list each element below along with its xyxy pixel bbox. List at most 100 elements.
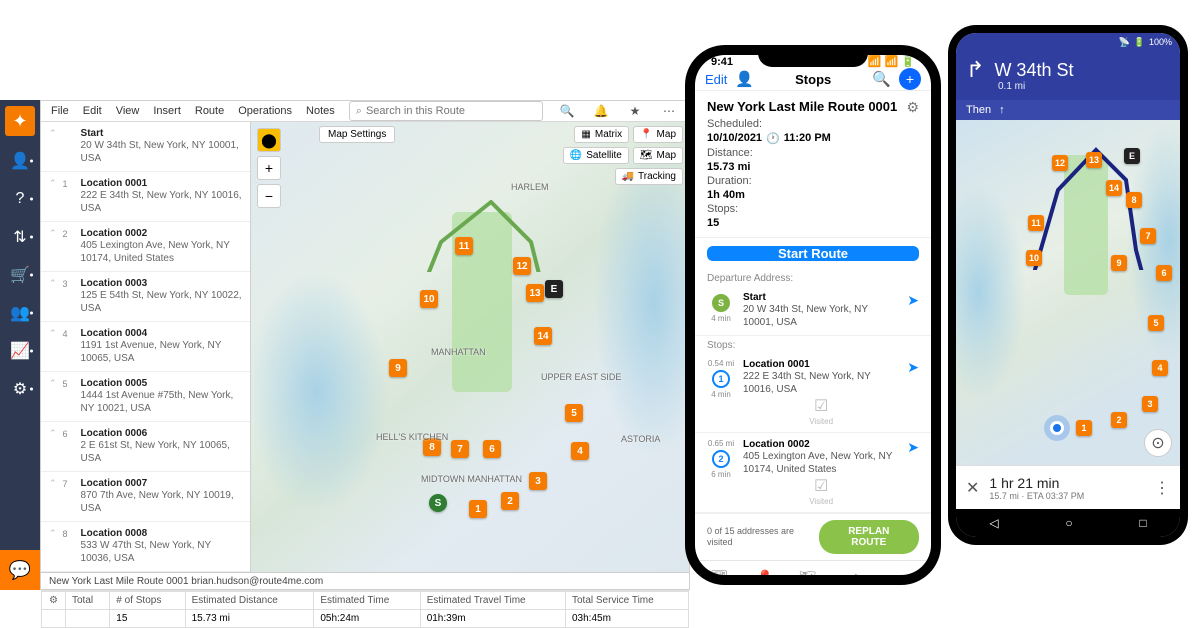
stop-row[interactable]: ⌃ 1 Location 0001 222 E 34th St, New Yor… <box>41 172 250 222</box>
zoom-in-button[interactable]: + <box>257 156 281 180</box>
map-settings-button[interactable]: Map Settings <box>319 126 395 143</box>
tab-stops[interactable]: 📍Stops <box>755 569 775 575</box>
android-marker-7[interactable]: 7 <box>1140 228 1156 244</box>
android-marker-4[interactable]: 4 <box>1152 360 1168 376</box>
user-icon[interactable]: 👤 <box>735 70 754 88</box>
tab-routes[interactable]: 🛣Routes <box>707 569 732 575</box>
map-marker-10[interactable]: 10 <box>420 290 438 308</box>
stop-row[interactable]: ⌃ 6 Location 0006 2 E 61st St, New York,… <box>41 422 250 472</box>
menu-route[interactable]: Route <box>195 105 224 117</box>
stop-row[interactable]: ⌃ Start 20 W 34th St, New York, NY 10001… <box>41 122 250 172</box>
chat-button[interactable]: 💬 <box>0 550 40 590</box>
stop-addr: 20 W 34th St, New York, NY 10001, USA <box>81 139 242 165</box>
nav-team-icon[interactable]: 👥 <box>5 300 35 326</box>
map-marker-9[interactable]: 9 <box>389 359 407 377</box>
edit-button[interactable]: Edit <box>705 72 727 87</box>
android-marker-14[interactable]: 14 <box>1106 180 1122 196</box>
tab-more[interactable]: ⋯More <box>901 569 919 575</box>
add-button[interactable]: + <box>899 68 921 90</box>
summary-gear-icon[interactable]: ⚙ <box>42 592 66 610</box>
stop-row[interactable]: ⌃ 5 Location 0005 1444 1st Avenue #75th,… <box>41 372 250 422</box>
star-icon[interactable]: ★ <box>625 104 645 118</box>
map-toggle[interactable]: 🗺Map <box>633 147 683 164</box>
map-marker-4[interactable]: 4 <box>571 442 589 460</box>
stop-row[interactable]: ⌃ 7 Location 0007 870 7th Ave, New York,… <box>41 472 250 522</box>
android-marker-E[interactable]: E <box>1124 148 1140 164</box>
desktop-main: File Edit View Insert Route Operations N… <box>40 100 690 590</box>
map-marker-3[interactable]: 3 <box>529 472 547 490</box>
map-marker-7[interactable]: 7 <box>451 440 469 458</box>
navigate-icon[interactable]: ➤ <box>907 439 919 506</box>
satellite-toggle[interactable]: 🌐Satellite <box>563 147 629 164</box>
then-label: Then <box>966 104 991 116</box>
replan-button[interactable]: REPLAN ROUTE <box>819 520 919 554</box>
start-route-button[interactable]: Start Route <box>707 246 919 261</box>
android-marker-9[interactable]: 9 <box>1111 255 1127 271</box>
map-marker-12[interactable]: 12 <box>513 257 531 275</box>
nav-orders-icon[interactable]: 🛒 <box>5 262 35 288</box>
close-nav-button[interactable]: ✕ <box>966 478 979 498</box>
nav-routes-icon[interactable]: ⇅ <box>5 224 35 250</box>
map-marker-5[interactable]: 5 <box>565 404 583 422</box>
recenter-button[interactable]: ⊙ <box>1144 429 1172 457</box>
search-input[interactable] <box>366 105 536 117</box>
recent-key[interactable]: □ <box>1139 516 1146 530</box>
iphone-stop-card[interactable]: 0.54 mi14 min Location 0001222 E 34th St… <box>695 353 931 433</box>
more-icon[interactable]: ⋯ <box>659 104 679 118</box>
iphone-stop-card[interactable]: 0.65 mi26 min Location 0002405 Lexington… <box>695 433 931 513</box>
search-box[interactable]: ⌕ <box>349 101 543 121</box>
nav-user-settings-icon[interactable]: ⚙ <box>5 376 35 402</box>
menu-operations[interactable]: Operations <box>238 105 292 117</box>
map-marker-14[interactable]: 14 <box>534 327 552 345</box>
menu-edit[interactable]: Edit <box>83 105 102 117</box>
android-marker-11[interactable]: 11 <box>1028 215 1044 231</box>
map-pane[interactable]: S 1 2 3 4 5 6 7 8 9 10 11 12 13 14 E HAR… <box>251 122 689 572</box>
zoom-out-button[interactable]: − <box>257 184 281 208</box>
tab-map[interactable]: 🗺Map <box>798 569 817 575</box>
android-marker-13[interactable]: 13 <box>1086 152 1102 168</box>
eta-more-icon[interactable]: ⋮ <box>1154 478 1170 498</box>
nav-analytics-icon[interactable]: 📈 <box>5 338 35 364</box>
map-marker-start[interactable]: S <box>429 494 447 512</box>
navigate-icon[interactable]: ➤ <box>907 292 919 329</box>
map-marker-6[interactable]: 6 <box>483 440 501 458</box>
menu-file[interactable]: File <box>51 105 69 117</box>
stop-row[interactable]: ⌃ 3 Location 0003 125 E 54th St, New Yor… <box>41 272 250 322</box>
menu-insert[interactable]: Insert <box>153 105 181 117</box>
map-marker-11[interactable]: 11 <box>455 237 473 255</box>
home-key[interactable]: ○ <box>1065 516 1072 530</box>
map-marker-13[interactable]: 13 <box>526 284 544 302</box>
android-marker-10[interactable]: 10 <box>1026 250 1042 266</box>
stop-row[interactable]: ⌃ 4 Location 0004 1191 1st Avenue, New Y… <box>41 322 250 372</box>
navigate-icon[interactable]: ➤ <box>907 359 919 426</box>
tracking-toggle[interactable]: 🚚Tracking <box>615 168 683 185</box>
android-marker-6[interactable]: 6 <box>1156 265 1172 281</box>
menu-notes[interactable]: Notes <box>306 105 335 117</box>
search-icon[interactable]: 🔍 <box>872 70 891 88</box>
android-marker-2[interactable]: 2 <box>1111 412 1127 428</box>
map-marker-end[interactable]: E <box>545 280 563 298</box>
map-toggle-top[interactable]: 📍Map <box>633 126 683 143</box>
stop-row[interactable]: ⌃ 8 Location 0008 533 W 47th St, New Yor… <box>41 522 250 572</box>
android-map[interactable]: 1234567891011121314E ⊙ <box>956 120 1180 465</box>
bell-icon[interactable]: 🔔 <box>591 104 611 118</box>
map-marker-1[interactable]: 1 <box>469 500 487 518</box>
tab-navigation[interactable]: ➤Navigation <box>840 569 878 575</box>
search-submit-icon[interactable]: 🔍 <box>557 104 577 118</box>
nav-add-user-icon[interactable]: 👤 <box>5 148 35 174</box>
android-marker-5[interactable]: 5 <box>1148 315 1164 331</box>
android-marker-3[interactable]: 3 <box>1142 396 1158 412</box>
route-settings-icon[interactable]: ⚙ <box>906 99 919 116</box>
pegman-icon[interactable]: ⬤ <box>257 128 281 152</box>
matrix-toggle[interactable]: ▦Matrix <box>574 126 629 143</box>
menu-view[interactable]: View <box>116 105 140 117</box>
stop-row[interactable]: ⌃ 2 Location 0002 405 Lexington Ave, New… <box>41 222 250 272</box>
map-marker-2[interactable]: 2 <box>501 492 519 510</box>
iphone-stop-card[interactable]: S4 min Start20 W 34th St, New York, NY 1… <box>695 286 931 336</box>
stop-list[interactable]: ⌃ Start 20 W 34th St, New York, NY 10001… <box>41 122 251 572</box>
android-marker-1[interactable]: 1 <box>1076 420 1092 436</box>
nav-help-icon[interactable]: ? <box>5 186 35 212</box>
back-key[interactable]: ◁ <box>989 516 998 530</box>
android-marker-12[interactable]: 12 <box>1052 155 1068 171</box>
android-marker-8[interactable]: 8 <box>1126 192 1142 208</box>
